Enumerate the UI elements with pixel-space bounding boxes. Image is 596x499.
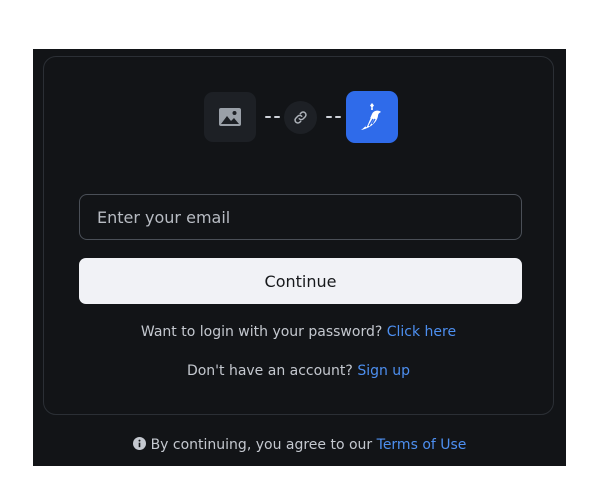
image-icon	[219, 108, 241, 126]
sign-up-link[interactable]: Sign up	[357, 363, 410, 379]
terms-notice: By continuing, you agree to our Terms of…	[33, 437, 566, 453]
terms-text: By continuing, you agree to our	[150, 437, 373, 453]
connector-dash	[335, 116, 341, 118]
signup-prompt: Don't have an account? Sign up	[44, 363, 553, 379]
terms-of-use-link[interactable]: Terms of Use	[377, 437, 467, 453]
image-placeholder-tile	[204, 92, 256, 142]
password-login-prompt: Want to login with your password? Click …	[44, 324, 553, 340]
app-logo-tile	[346, 91, 398, 143]
password-login-text: Want to login with your password?	[140, 324, 383, 340]
email-field[interactable]	[79, 194, 522, 240]
connector-dash	[274, 116, 280, 118]
login-card: Continue Want to login with your passwor…	[43, 56, 554, 415]
connector-dash	[326, 116, 332, 118]
auth-panel: Continue Want to login with your passwor…	[33, 49, 566, 466]
click-here-link[interactable]: Click here	[387, 324, 456, 340]
connector-dash	[265, 116, 271, 118]
info-icon	[132, 437, 146, 450]
continue-button[interactable]: Continue	[79, 258, 522, 304]
connection-header	[44, 91, 553, 143]
link-icon	[294, 111, 307, 124]
link-badge	[284, 101, 317, 134]
bird-logo-icon	[361, 103, 381, 130]
signup-text: Don't have an account?	[186, 363, 353, 379]
